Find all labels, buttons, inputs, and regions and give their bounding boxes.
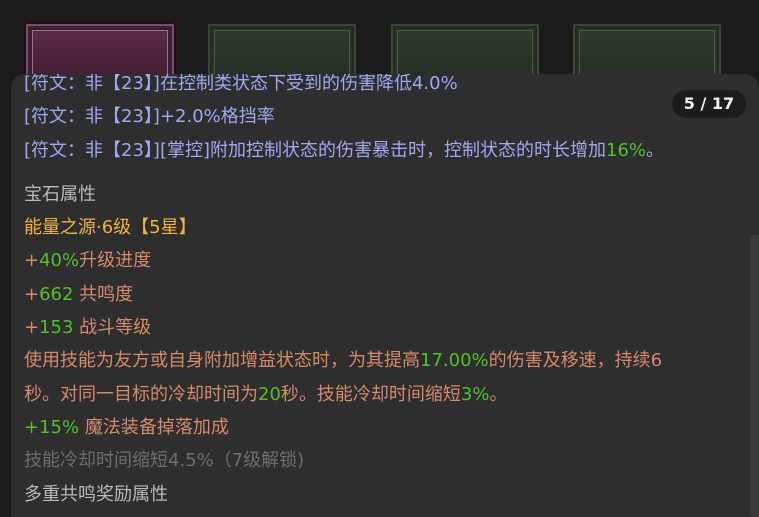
gem-stat-line: +153 战斗等级 xyxy=(24,317,152,339)
gem-effect-line: 秒。对同一目标的冷却时间为20秒。技能冷却时间缩短3%。 xyxy=(24,383,508,405)
gem-stat-line: +662 共鸣度 xyxy=(24,283,134,305)
gem-section-title: 宝石属性 xyxy=(24,183,96,205)
rune-line: [符文：非【23】][掌控]附加控制状态的伤害暴击时，控制状态的时长增加16%。 xyxy=(24,139,665,161)
gem-bonus-line: +15% 魔法装备掉落加成 xyxy=(24,416,229,438)
gem-effect-line: 使用技能为友方或自身附加增益状态时，为其提高17.00%的伤害及移速，持续6 xyxy=(24,350,663,372)
tooltip-content: [符文：非【23】]在控制类状态下受到的伤害降低4.0% [符文：非【23】]+… xyxy=(24,74,744,511)
resonance-title: 多重共鸣奖励属性 xyxy=(24,483,168,505)
rune-line: [符文：非【23】]+2.0%格挡率 xyxy=(24,106,275,128)
gem-name: 能量之源·6级【5星】 xyxy=(24,217,197,239)
gem-stat-line: +40%升级进度 xyxy=(24,250,152,272)
page-counter-badge: 5 / 17 xyxy=(672,90,746,118)
game-ui-stage: [符文：非【23】]在控制类状态下受到的伤害降低4.0% [符文：非【23】]+… xyxy=(0,0,759,517)
tooltip-scrollbar[interactable] xyxy=(750,235,759,517)
rune-line: [符文：非【23】]在控制类状态下受到的伤害降低4.0% xyxy=(24,74,458,94)
item-tooltip-panel: [符文：非【23】]在控制类状态下受到的伤害降低4.0% [符文：非【23】]+… xyxy=(11,74,759,517)
gem-locked-line: 技能冷却时间缩短4.5%（7级解锁) xyxy=(24,450,305,472)
